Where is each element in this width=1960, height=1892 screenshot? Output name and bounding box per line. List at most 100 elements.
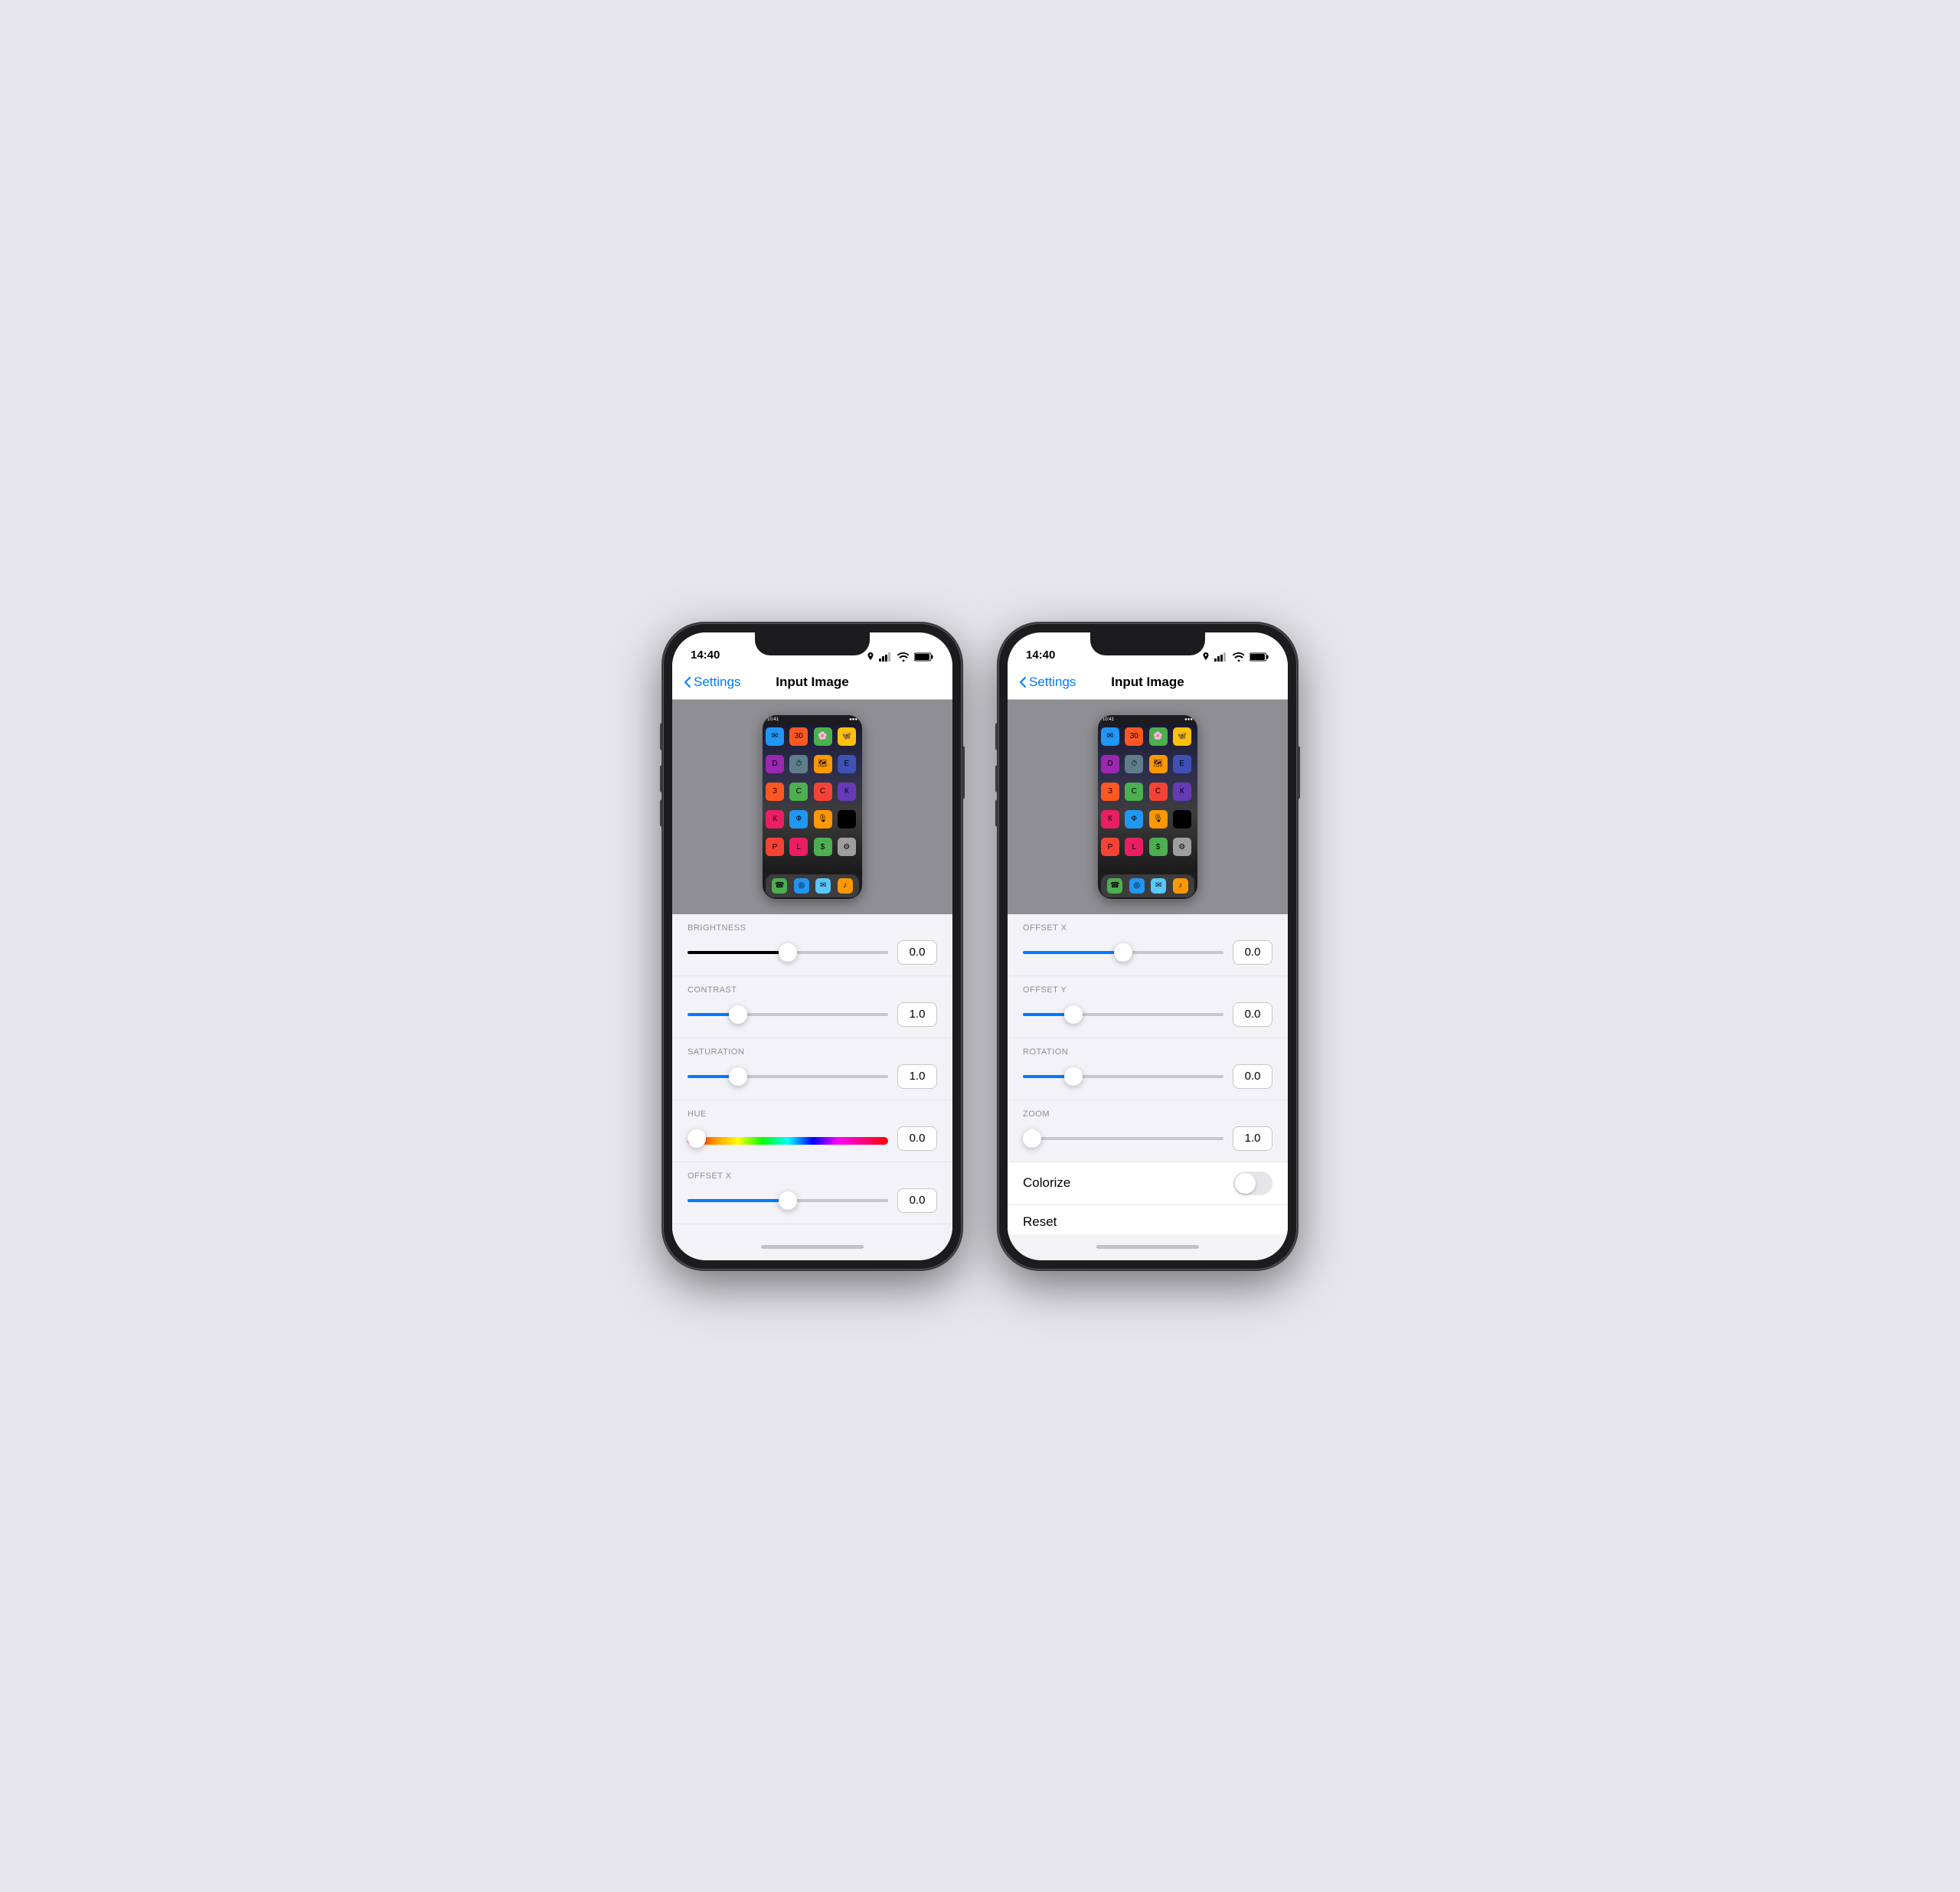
offsetx-thumb-left[interactable] (779, 1191, 797, 1210)
battery-icon-right (1250, 652, 1269, 662)
contrast-row: CONTRAST 1.0 (672, 976, 952, 1038)
offsetx-value-right: 0.0 (1233, 940, 1272, 965)
app-icon-6: ⏱ (789, 755, 808, 773)
nav-bar-right: Settings Input Image (1008, 666, 1288, 700)
r-app-icon-14: Ф (1125, 810, 1143, 828)
saturation-track (688, 1075, 888, 1078)
app-icon-2: 30 (789, 727, 808, 746)
offsety-thumb[interactable] (1064, 1005, 1083, 1024)
location-icon-right (1202, 652, 1210, 662)
hue-track-container[interactable] (688, 1131, 888, 1146)
hue-thumb[interactable] (688, 1129, 706, 1148)
rotation-value: 0.0 (1233, 1064, 1272, 1089)
nav-title-right: Input Image (1111, 675, 1184, 690)
app-icon-5: D (766, 755, 784, 773)
r-app-icon-19: $ (1149, 838, 1168, 856)
offsety-row: OFFSET Y 0.0 (1008, 976, 1288, 1038)
saturation-thumb[interactable] (729, 1067, 747, 1086)
r-app-icon-1: ✉ (1101, 727, 1119, 746)
rotation-control: 0.0 (1023, 1064, 1272, 1089)
offsetx-row-left: OFFSET X 0.0 (672, 1162, 952, 1224)
back-label-left: Settings (694, 675, 740, 690)
notch-right (1090, 632, 1205, 655)
image-preview-left: 10:41 ●●● ✉ 30 🌸 🦋 D ⏱ 🗺 E З С С К К (672, 700, 952, 914)
r-app-icon-4: 🦋 (1173, 727, 1191, 746)
app-icon-17: P (766, 838, 784, 856)
zoom-control: 1.0 (1023, 1126, 1272, 1151)
wifi-icon-right (1233, 652, 1245, 662)
brightness-track-container[interactable] (688, 945, 888, 960)
r-app-icon-16: tv (1173, 810, 1191, 828)
sliders-right: OFFSET X 0.0 OFFSET Y (1008, 914, 1288, 1234)
zoom-track-container[interactable] (1023, 1131, 1223, 1146)
status-icons-right (1202, 652, 1269, 662)
offsety-track-container[interactable] (1023, 1007, 1223, 1022)
sliders-left: BRIGHTNESS 0.0 CONTRAST (672, 914, 952, 1234)
r-app-icon-17: P (1101, 838, 1119, 856)
r-app-icon-10: С (1125, 783, 1143, 801)
zoom-value: 1.0 (1233, 1126, 1272, 1151)
hue-track (688, 1137, 888, 1140)
r-dock-icon-1: ☎ (1107, 878, 1122, 894)
contrast-track-container[interactable] (688, 1007, 888, 1022)
offsetx-track-container-right[interactable] (1023, 945, 1223, 960)
nav-title-left: Input Image (776, 675, 848, 690)
offsetx-value-left: 0.0 (897, 1188, 937, 1213)
status-time-right: 14:40 (1026, 649, 1055, 662)
dock-right: ☎ ◎ ✉ ♪ (1101, 874, 1194, 897)
contrast-thumb[interactable] (729, 1005, 747, 1024)
dock-left: ☎ ◎ ✉ ♪ (766, 874, 859, 897)
phone-left-screen: 14:40 (672, 632, 952, 1260)
phone-right: 14:40 (998, 623, 1297, 1270)
rotation-track-container[interactable] (1023, 1069, 1223, 1084)
zoom-thumb[interactable] (1023, 1129, 1041, 1148)
r-dock-icon-4: ♪ (1173, 878, 1188, 894)
notch-left (755, 632, 870, 655)
offsetx-track-right (1023, 951, 1223, 954)
app-icon-16: ▶tv (838, 810, 856, 828)
offsetx-thumb-right[interactable] (1114, 943, 1132, 962)
home-indicator-right (1008, 1234, 1288, 1260)
offsetx-track-fill-right (1023, 951, 1123, 954)
offsety-value: 0.0 (1233, 1002, 1272, 1027)
image-preview-right: 10:41 ●●● ✉ 30 🌸 🦋 D ⏱ 🗺 E З С С К К (1008, 700, 1288, 914)
brightness-thumb[interactable] (779, 943, 797, 962)
r-app-icon-11: С (1149, 783, 1168, 801)
app-icon-15: 🎙 (814, 810, 832, 828)
offsetx-control-left: 0.0 (688, 1188, 937, 1213)
home-bar-left (761, 1245, 864, 1249)
back-button-left[interactable]: Settings (684, 675, 740, 690)
home-bar-right (1096, 1245, 1199, 1249)
saturation-track-container[interactable] (688, 1069, 888, 1084)
rotation-thumb[interactable] (1064, 1067, 1083, 1086)
back-button-right[interactable]: Settings (1020, 675, 1076, 690)
r-dock-icon-2: ◎ (1129, 878, 1145, 894)
app-icon-8: E (838, 755, 856, 773)
dock-icon-2: ◎ (794, 878, 809, 894)
contrast-label: CONTRAST (688, 985, 937, 995)
r-app-icon-7: 🗺 (1149, 755, 1168, 773)
hue-control: 0.0 (688, 1126, 937, 1151)
r-app-icon-8: E (1173, 755, 1191, 773)
saturation-value: 1.0 (897, 1064, 937, 1089)
app-icon-12: К (838, 783, 856, 801)
rotation-track (1023, 1075, 1223, 1078)
r-app-icon-15: 🎙 (1149, 810, 1168, 828)
reset-label[interactable]: Reset (1023, 1214, 1057, 1230)
hue-label: HUE (688, 1109, 937, 1119)
screenshot-status-right: 10:41 ●●● (1098, 715, 1197, 724)
offsetx-row-right: OFFSET X 0.0 (1008, 914, 1288, 976)
colorize-knob (1235, 1173, 1256, 1194)
colorize-toggle[interactable] (1233, 1171, 1272, 1195)
app-icon-11: С (814, 783, 832, 801)
rotation-row: ROTATION 0.0 (1008, 1038, 1288, 1100)
r-app-icon-6: ⏱ (1125, 755, 1143, 773)
app-icon-20: ⚙ (838, 838, 856, 856)
dock-icon-4: ♪ (838, 878, 853, 894)
r-app-icon-2: 30 (1125, 727, 1143, 746)
offsetx-track-left (688, 1199, 888, 1202)
offsetx-track-container-left[interactable] (688, 1193, 888, 1208)
dock-icon-3: ✉ (815, 878, 831, 894)
contrast-control: 1.0 (688, 1002, 937, 1027)
app-icon-18: L (789, 838, 808, 856)
